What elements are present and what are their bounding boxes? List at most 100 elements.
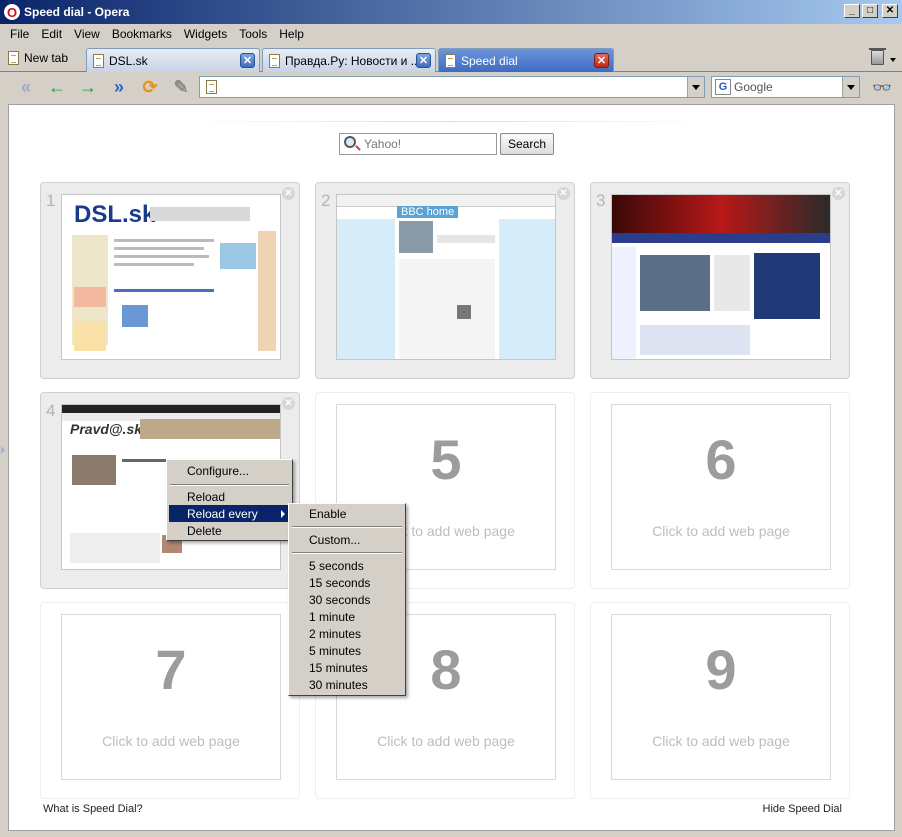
page-icon <box>93 53 104 68</box>
cell-number: 2 <box>321 191 331 210</box>
menu-tools[interactable]: Tools <box>233 27 273 41</box>
cell-close-icon[interactable]: ✕ <box>282 187 295 200</box>
minimize-button[interactable]: _ <box>844 4 860 18</box>
new-tab-label: New tab <box>24 51 69 65</box>
close-window-button[interactable]: ✕ <box>882 4 898 18</box>
speed-dial-search-input[interactable]: Yahoo! <box>339 133 497 155</box>
cell-close-icon[interactable]: ✕ <box>282 397 295 410</box>
add-web-page-label: Click to add web page <box>377 733 515 749</box>
submenu-custom[interactable]: Custom... <box>291 531 403 548</box>
maximize-button[interactable]: □ <box>862 4 878 18</box>
tab-speed-dial[interactable]: Speed dial ✕ <box>438 48 614 72</box>
menu-item-delete[interactable]: Delete <box>169 522 290 539</box>
speed-dial-page: Yahoo! Search 1 ✕ DSL.sk 2 ✕ BBC home 3 … <box>8 104 895 831</box>
submenu-5-seconds[interactable]: 5 seconds <box>291 557 403 574</box>
trash-dropdown-icon[interactable] <box>890 58 896 62</box>
speed-dial-cell-9[interactable]: 9 Click to add web page <box>590 602 850 799</box>
add-web-page-label: Click to add web page <box>102 733 240 749</box>
menu-bookmarks[interactable]: Bookmarks <box>106 27 178 41</box>
cell-number: 3 <box>596 191 606 210</box>
hide-speed-dial-link[interactable]: Hide Speed Dial <box>763 803 843 815</box>
tab-label: Правда.Ру: Новости и ... <box>285 53 420 68</box>
reload-icon[interactable]: ⟳ <box>136 75 164 99</box>
tab-label: DSL.sk <box>109 53 148 68</box>
menu-help[interactable]: Help <box>273 27 310 41</box>
navigation-bar: « ← → » ⟳ ✎ G Google 👓 <box>0 72 902 102</box>
empty-slot[interactable]: 9 Click to add web page <box>611 614 831 780</box>
search-placeholder: Yahoo! <box>364 137 402 151</box>
cell-number: 4 <box>46 401 56 420</box>
thumbnail-site-name: Pravd@.sk <box>70 421 143 437</box>
submenu-2-minutes[interactable]: 2 minutes <box>291 625 403 642</box>
divider <box>184 121 714 122</box>
submenu-5-minutes[interactable]: 5 minutes <box>291 642 403 659</box>
submenu-30-seconds[interactable]: 30 seconds <box>291 591 403 608</box>
cell-number: 5 <box>430 428 462 491</box>
menu-item-configure[interactable]: Configure... <box>169 462 290 479</box>
address-field[interactable] <box>199 76 705 98</box>
page-icon <box>445 53 456 68</box>
menu-file[interactable]: File <box>4 27 35 41</box>
forward-icon[interactable]: → <box>74 75 102 99</box>
cell-number: 6 <box>705 428 737 491</box>
site-thumbnail[interactable] <box>611 194 831 360</box>
menu-item-label: Reload every <box>187 506 258 521</box>
submenu-enable[interactable]: Enable <box>291 505 403 522</box>
menu-item-reload-every[interactable]: Reload every <box>169 505 290 522</box>
tab-bar: New tab DSL.sk ✕ Правда.Ру: Новости и ..… <box>0 44 902 72</box>
submenu-1-minute[interactable]: 1 minute <box>291 608 403 625</box>
tab-close-button[interactable]: ✕ <box>416 53 431 68</box>
title-bar: O Speed dial - Opera _ □ ✕ <box>0 0 902 24</box>
speed-dial-cell-7[interactable]: 7 Click to add web page <box>40 602 300 799</box>
menu-item-reload[interactable]: Reload <box>169 488 290 505</box>
page-icon <box>269 53 280 68</box>
menu-separator <box>170 484 289 486</box>
speed-dial-cell-1[interactable]: 1 ✕ DSL.sk <box>40 182 300 379</box>
new-tab-button[interactable]: New tab <box>8 47 68 69</box>
address-history-dropdown[interactable] <box>687 77 704 97</box>
back-icon[interactable]: ← <box>43 75 71 99</box>
fast-forward-icon[interactable]: » <box>105 75 133 99</box>
context-menu: Configure... Reload Reload every Delete <box>166 459 293 541</box>
empty-slot[interactable]: 6 Click to add web page <box>611 404 831 570</box>
site-thumbnail[interactable]: BBC home <box>336 194 556 360</box>
menu-view[interactable]: View <box>68 27 106 41</box>
add-web-page-label: Click to add web page <box>652 733 790 749</box>
tab-close-button[interactable]: ✕ <box>594 53 609 68</box>
menu-separator <box>292 552 402 554</box>
binoculars-icon[interactable]: 👓 <box>872 78 892 98</box>
search-engine-dropdown[interactable] <box>842 77 859 97</box>
thumbnail-site-name: BBC home <box>397 206 459 218</box>
panel-toggle-icon[interactable] <box>1 446 5 454</box>
submenu-15-seconds[interactable]: 15 seconds <box>291 574 403 591</box>
menu-widgets[interactable]: Widgets <box>178 27 233 41</box>
search-icon <box>344 136 356 148</box>
search-engine-field[interactable]: G Google <box>711 76 860 98</box>
empty-slot[interactable]: 7 Click to add web page <box>61 614 281 780</box>
tab-dsl[interactable]: DSL.sk ✕ <box>86 48 260 72</box>
thumbnail-site-name: DSL.sk <box>74 201 156 228</box>
trash-icon[interactable] <box>869 48 886 65</box>
what-is-speed-dial-link[interactable]: What is Speed Dial? <box>43 803 143 815</box>
cell-number: 9 <box>705 638 737 701</box>
speed-dial-cell-6[interactable]: 6 Click to add web page <box>590 392 850 589</box>
cell-number: 1 <box>46 191 56 210</box>
speed-dial-cell-2[interactable]: 2 ✕ BBC home <box>315 182 575 379</box>
submenu-15-minutes[interactable]: 15 minutes <box>291 659 403 676</box>
search-engine-label: Google <box>734 80 773 94</box>
cell-close-icon[interactable]: ✕ <box>832 187 845 200</box>
submenu-30-minutes[interactable]: 30 minutes <box>291 676 403 693</box>
menu-edit[interactable]: Edit <box>35 27 68 41</box>
tab-label: Speed dial <box>461 53 518 68</box>
tab-pravda[interactable]: Правда.Ру: Новости и ... ✕ <box>262 48 436 72</box>
add-web-page-label: Click to add web page <box>652 523 790 539</box>
speed-dial-cell-3[interactable]: 3 ✕ <box>590 182 850 379</box>
cell-close-icon[interactable]: ✕ <box>557 187 570 200</box>
cell-number: 7 <box>155 638 187 701</box>
search-button[interactable]: Search <box>500 133 554 155</box>
edit-icon[interactable]: ✎ <box>167 75 195 99</box>
rewind-icon[interactable]: « <box>12 75 40 99</box>
site-thumbnail[interactable]: DSL.sk <box>61 194 281 360</box>
submenu-arrow-icon <box>281 510 285 518</box>
tab-close-button[interactable]: ✕ <box>240 53 255 68</box>
